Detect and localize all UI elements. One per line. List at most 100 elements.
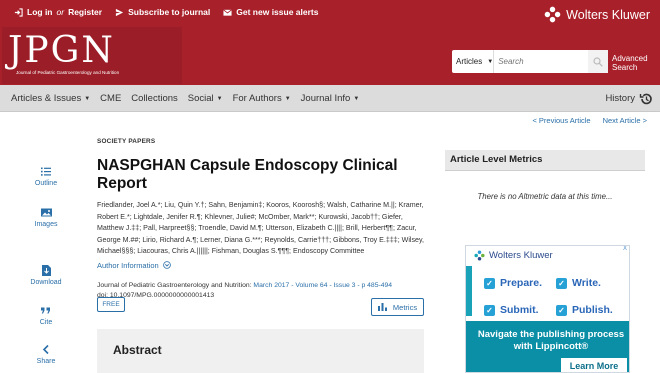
tool-label: Outline xyxy=(34,180,58,187)
alerts-link[interactable]: Get new issue alerts xyxy=(223,7,318,17)
learn-more-button[interactable]: Learn More xyxy=(561,358,627,372)
ad-word-label: Publish. xyxy=(572,304,613,316)
search-type-value: Articles xyxy=(456,57,483,66)
wolters-kluwer-logo[interactable]: Wolters Kluwer xyxy=(544,6,650,23)
main-nav: Articles & Issues ▼ CME Collections Socia… xyxy=(0,85,660,112)
ad-word: ✓ Prepare. xyxy=(484,277,542,289)
ad-word-label: Write. xyxy=(572,277,601,289)
subscribe-label: Subscribe to journal xyxy=(128,7,211,17)
ad-close-icon[interactable]: X xyxy=(623,246,627,252)
issue-link[interactable]: March 2017 - Volume 64 - Issue 3 - p 485… xyxy=(253,282,392,289)
ad-cta-text: Navigate the publishing process with Lip… xyxy=(477,329,625,352)
tool-share[interactable]: Share xyxy=(26,344,66,365)
share-icon xyxy=(42,344,49,355)
ad-word: ✓ Submit. xyxy=(484,304,539,316)
wk-flower-icon xyxy=(474,250,485,261)
login-icon xyxy=(14,7,23,17)
wk-flower-icon xyxy=(544,6,561,23)
caret-down-icon: ▼ xyxy=(487,58,494,65)
check-icon: ✓ xyxy=(556,304,567,316)
author-info-label: Author Information xyxy=(97,260,159,270)
alerts-label: Get new issue alerts xyxy=(236,7,319,17)
nav-journal-info[interactable]: Journal Info ▼ xyxy=(301,93,360,104)
metrics-label: Metrics xyxy=(392,302,418,312)
nav-cme[interactable]: CME xyxy=(100,93,121,104)
ad-brand: Wolters Kluwer xyxy=(474,250,553,261)
nav-for-authors[interactable]: For Authors ▼ xyxy=(233,93,291,104)
tool-label: Share xyxy=(36,358,56,365)
journal-name: Journal of Pediatric Gastroenterology an… xyxy=(97,281,252,289)
search-bar: Articles ▼ xyxy=(452,50,610,73)
login-link[interactable]: Log in xyxy=(27,7,53,17)
ad-accent-bar xyxy=(466,266,472,316)
tool-outline[interactable]: Outline xyxy=(26,166,66,187)
altmetric-message: There is no Altmetric data at this time.… xyxy=(477,192,613,201)
image-icon xyxy=(40,208,52,217)
journal-logo[interactable]: JPGN Journal of Pediatric Gastroenterolo… xyxy=(2,27,182,84)
article-level-metrics-header: Article Level Metrics xyxy=(445,150,645,171)
chevron-down-icon: ▼ xyxy=(284,95,291,102)
top-links: Log in or Register Subscribe to journal … xyxy=(14,7,331,17)
nav-label: Social xyxy=(187,93,214,104)
next-article-link[interactable]: Next Article > xyxy=(603,116,647,125)
login-register: Log in or Register xyxy=(14,7,102,17)
register-link[interactable]: Register xyxy=(68,7,102,17)
abstract-heading: Abstract xyxy=(113,343,162,357)
ad-word: ✓ Publish. xyxy=(556,304,613,316)
nav-label: Journal Info xyxy=(300,93,351,104)
metrics-heading: Article Level Metrics xyxy=(450,154,543,165)
chevron-circle-icon xyxy=(162,260,171,269)
logo-subtitle: Journal of Pediatric Gastroenterology an… xyxy=(16,70,120,75)
top-header: Log in or Register Subscribe to journal … xyxy=(0,0,660,85)
tool-download[interactable]: Download xyxy=(26,265,66,286)
ad-brand-name: Wolters Kluwer xyxy=(489,250,553,261)
chevron-down-icon: ▼ xyxy=(84,95,91,102)
search-icon xyxy=(593,56,603,67)
ad-top-panel: X Wolters Kluwer ✓ Prepare. ✓ Write. ✓ Subm… xyxy=(466,246,629,316)
search-button[interactable] xyxy=(588,50,608,73)
free-badge: FREE xyxy=(97,297,125,312)
citation-line: Journal of Pediatric Gastroenterology an… xyxy=(97,281,427,291)
advertisement[interactable]: X Wolters Kluwer ✓ Prepare. ✓ Write. ✓ Subm… xyxy=(465,245,630,373)
tool-label: Images xyxy=(34,221,58,228)
subscribe-icon xyxy=(115,8,124,16)
subscribe-link[interactable]: Subscribe to journal xyxy=(115,7,210,17)
advanced-search-link[interactable]: Advanced Search xyxy=(612,54,648,72)
article-pager: < Previous Article Next Article > xyxy=(520,116,647,125)
quote-icon xyxy=(41,307,50,314)
mail-icon xyxy=(223,8,233,16)
tool-images[interactable]: Images xyxy=(26,207,66,228)
section-label: SOCIETY PAPERS xyxy=(97,138,156,145)
logo-text: JPGN xyxy=(8,30,115,71)
nav-articles-issues[interactable]: Articles & Issues ▼ xyxy=(11,93,90,104)
nav-items: Articles & Issues ▼ CME Collections Socia… xyxy=(11,85,369,112)
history-button[interactable]: History xyxy=(605,85,653,112)
history-label: History xyxy=(605,93,635,104)
nav-label: Articles & Issues xyxy=(11,93,82,104)
ad-bottom-panel: Navigate the publishing process with Lip… xyxy=(466,321,629,372)
brand-name: Wolters Kluwer xyxy=(566,7,650,22)
metrics-button[interactable]: Metrics xyxy=(371,298,424,316)
previous-article-link[interactable]: < Previous Article xyxy=(532,116,590,125)
nav-label: For Authors xyxy=(232,93,282,104)
tool-label: Cite xyxy=(39,319,53,326)
ad-word-label: Prepare. xyxy=(500,277,543,289)
history-icon xyxy=(639,93,652,104)
author-list: Friedlander, Joel A.*; Liu, Quin Y.†; Sa… xyxy=(97,201,424,255)
check-icon: ✓ xyxy=(484,304,495,316)
article-header: SOCIETY PAPERS NASPGHAN Capsule Endoscop… xyxy=(97,138,427,301)
check-icon: ✓ xyxy=(556,277,567,289)
nav-social[interactable]: Social ▼ xyxy=(188,93,223,104)
chevron-down-icon: ▼ xyxy=(353,95,360,102)
nav-label: CME xyxy=(100,93,122,104)
list-icon xyxy=(41,167,51,176)
nav-label: Collections xyxy=(131,93,178,104)
search-type-select[interactable]: Articles ▼ xyxy=(452,50,495,73)
tool-label: Download xyxy=(30,279,62,286)
bar-chart-icon xyxy=(377,303,387,311)
check-icon: ✓ xyxy=(484,277,495,289)
tool-cite[interactable]: Cite xyxy=(26,305,66,326)
author-information-toggle[interactable]: Author Information xyxy=(97,261,427,270)
nav-collections[interactable]: Collections xyxy=(131,93,177,104)
ad-word-label: Submit. xyxy=(500,304,539,316)
